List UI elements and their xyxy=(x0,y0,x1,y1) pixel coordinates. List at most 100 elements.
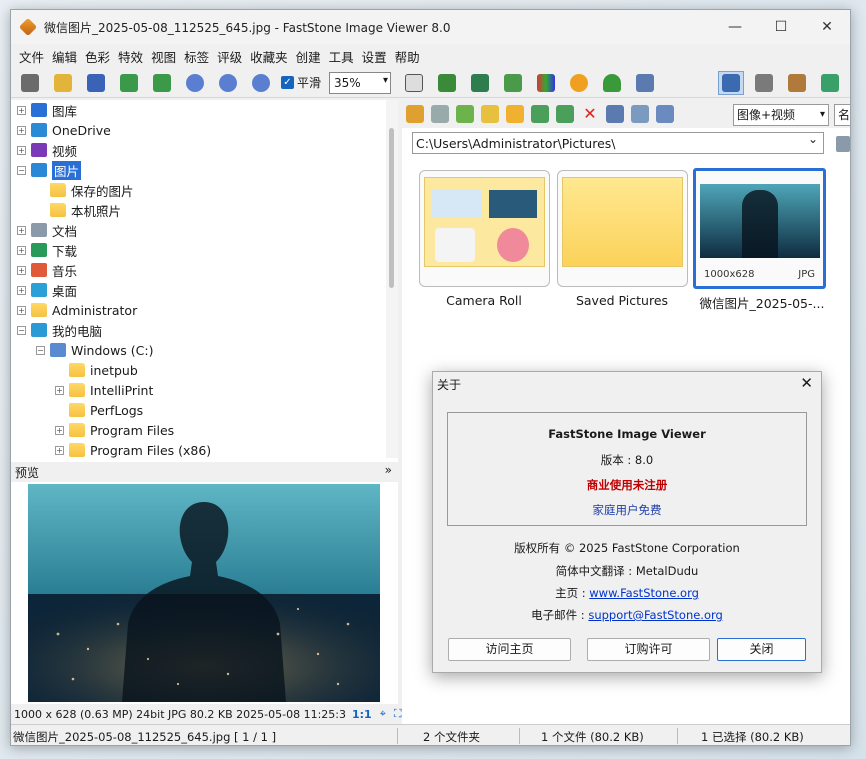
tree-node[interactable]: PerfLogs xyxy=(11,400,397,420)
expand-toggle-icon[interactable]: + xyxy=(17,265,26,275)
fit-icon[interactable]: ⌖ xyxy=(380,707,386,721)
tree-scrollbar[interactable] xyxy=(386,100,398,458)
about-title-bar: 关于 ✕ xyxy=(433,372,821,396)
new-folder-icon[interactable] xyxy=(506,105,524,123)
minimize-button[interactable]: — xyxy=(712,10,758,44)
rotate-button[interactable] xyxy=(467,71,493,95)
menu-create[interactable]: 创建 xyxy=(292,47,325,66)
tree-node[interactable]: − Windows (C:) xyxy=(11,340,397,360)
tree-node[interactable]: 本机照片 xyxy=(11,200,397,220)
copy-to-icon[interactable] xyxy=(531,105,549,123)
menu-edit[interactable]: 编辑 xyxy=(48,47,81,66)
tree-node[interactable]: + Program Files (x86) xyxy=(11,440,397,458)
expand-toggle-icon[interactable]: + xyxy=(17,245,26,255)
user-button[interactable] xyxy=(599,71,625,95)
back-icon[interactable] xyxy=(406,105,424,123)
layout-alt-button[interactable] xyxy=(751,71,777,95)
homepage-link[interactable]: www.FastStone.org xyxy=(589,586,699,600)
tree-node[interactable]: + OneDrive xyxy=(11,120,397,140)
expand-toggle-icon[interactable]: + xyxy=(17,145,26,155)
effects-button[interactable] xyxy=(566,71,592,95)
tree-node[interactable]: − 我的电脑 xyxy=(11,320,397,340)
collapse-preview-icon[interactable]: » xyxy=(385,463,392,477)
tree-node[interactable]: 保存的图片 xyxy=(11,180,397,200)
tree-node[interactable]: + 图库 xyxy=(11,100,397,120)
path-field[interactable]: C:\Users\Administrator\Pictures\ xyxy=(412,132,824,154)
thumbnail-view-icon[interactable] xyxy=(606,105,624,123)
recycle-bin-icon[interactable] xyxy=(836,136,850,152)
menu-tags[interactable]: 标签 xyxy=(180,47,213,66)
expand-toggle-icon[interactable]: + xyxy=(17,285,26,295)
expand-toggle-icon[interactable]: + xyxy=(17,305,26,315)
smooth-checkbox[interactable]: ✓ 平滑 xyxy=(281,74,321,91)
zoom-out-button[interactable] xyxy=(215,71,241,95)
tree-node[interactable]: + Administrator xyxy=(11,300,397,320)
save-button[interactable] xyxy=(83,71,109,95)
move-to-icon[interactable] xyxy=(556,105,574,123)
about-close-button[interactable]: 关闭 xyxy=(717,638,806,661)
sort-select[interactable]: 名 xyxy=(834,104,850,126)
menu-favorites[interactable]: 收藏夹 xyxy=(246,47,292,66)
buy-license-button[interactable]: 订购许可 xyxy=(587,638,710,661)
edit-button[interactable] xyxy=(632,71,658,95)
ratio-button[interactable]: 1:1 xyxy=(352,708,372,721)
tree-node[interactable]: inetpub xyxy=(11,360,397,380)
expand-toggle-icon[interactable]: + xyxy=(17,105,26,115)
delete-icon[interactable]: ✕ xyxy=(581,105,599,123)
acquire-camera-button[interactable] xyxy=(17,71,43,95)
thumb-camera-roll[interactable] xyxy=(419,170,550,287)
fullscreen-button[interactable] xyxy=(817,71,843,95)
scrollbar-thumb[interactable] xyxy=(389,128,394,288)
up-folder-icon[interactable] xyxy=(456,105,474,123)
portrait-view-button[interactable] xyxy=(784,71,810,95)
menu-effects[interactable]: 特效 xyxy=(114,47,147,66)
tree-node[interactable]: + 文档 xyxy=(11,220,397,240)
tree-node[interactable]: + 视频 xyxy=(11,140,397,160)
about-close-icon[interactable]: ✕ xyxy=(800,374,813,392)
expand-toggle-icon[interactable]: + xyxy=(17,125,26,135)
tree-node[interactable]: − 图片 xyxy=(11,160,397,180)
tree-node[interactable]: + 音乐 xyxy=(11,260,397,280)
next-button[interactable] xyxy=(149,71,175,95)
open-folder-button[interactable] xyxy=(50,71,76,95)
menu-settings[interactable]: 设置 xyxy=(358,47,391,66)
expand-toggle-icon[interactable]: − xyxy=(17,325,26,335)
expand-toggle-icon[interactable]: + xyxy=(55,425,64,435)
view-filter-select[interactable]: 图像+视频 xyxy=(733,104,829,126)
menu-rating[interactable]: 评级 xyxy=(213,47,246,66)
email-link[interactable]: support@FastStone.org xyxy=(588,608,723,622)
tree-node[interactable]: + Program Files xyxy=(11,420,397,440)
zoom-select[interactable]: 35% xyxy=(329,71,392,94)
tree-node[interactable]: + 桌面 xyxy=(11,280,397,300)
thumb-saved-pictures[interactable] xyxy=(557,170,688,287)
detail-view-icon[interactable] xyxy=(656,105,674,123)
crop-button[interactable] xyxy=(500,71,526,95)
menu-help[interactable]: 帮助 xyxy=(391,47,424,66)
pan-hand-button[interactable] xyxy=(401,71,427,95)
thumb-wechat-image[interactable]: 1000x628 JPG xyxy=(693,168,826,289)
maximize-button[interactable]: ☐ xyxy=(758,10,804,44)
menu-file[interactable]: 文件 xyxy=(15,47,48,66)
menu-tools[interactable]: 工具 xyxy=(325,47,358,66)
expand-toggle-icon[interactable]: − xyxy=(17,165,26,175)
expand-toggle-icon[interactable]: + xyxy=(55,445,64,455)
forward-icon[interactable] xyxy=(431,105,449,123)
actual-size-button[interactable] xyxy=(248,71,274,95)
color-adjust-button[interactable] xyxy=(533,71,559,95)
menu-view[interactable]: 视图 xyxy=(147,47,180,66)
expand-toggle-icon[interactable]: + xyxy=(17,225,26,235)
layout-browser-button[interactable] xyxy=(718,70,744,95)
expand-toggle-icon[interactable]: + xyxy=(55,385,64,395)
close-window-button[interactable]: ✕ xyxy=(804,10,850,44)
fullsize-icon[interactable]: ⛶ xyxy=(394,707,402,721)
tree-node[interactable]: + IntelliPrint xyxy=(11,380,397,400)
menu-color[interactable]: 色彩 xyxy=(81,47,114,66)
visit-homepage-button[interactable]: 访问主页 xyxy=(448,638,571,661)
zoom-in-button[interactable] xyxy=(182,71,208,95)
slideshow-button[interactable] xyxy=(434,71,460,95)
prev-button[interactable] xyxy=(116,71,142,95)
tree-node[interactable]: + 下载 xyxy=(11,240,397,260)
refresh-folder-icon[interactable] xyxy=(481,105,499,123)
expand-toggle-icon[interactable]: − xyxy=(36,345,45,355)
list-view-icon[interactable] xyxy=(631,105,649,123)
